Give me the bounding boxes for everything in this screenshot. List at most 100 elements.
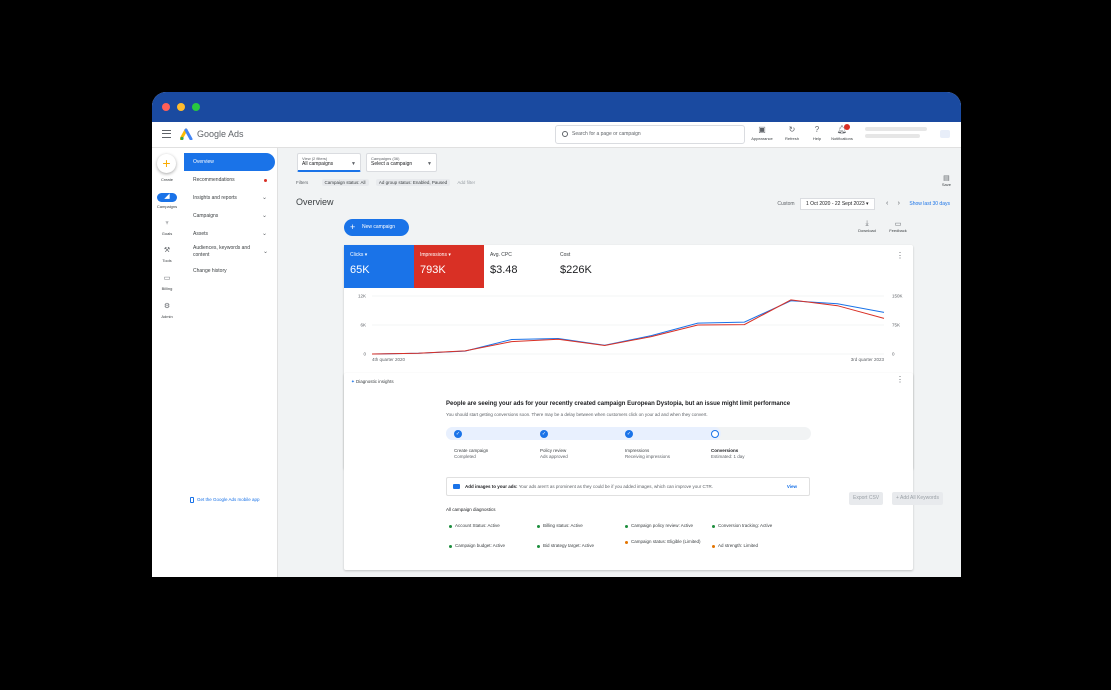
chevron-right-icon[interactable]: › [898,200,900,207]
create-button[interactable]: + [157,154,176,173]
ad-group-status-chip[interactable]: Ad group status: Enabled, Paused [375,179,451,186]
sidebar-item-audiences[interactable]: Audiences, keywords and content ⌄ [184,243,268,261]
date-range-bar: Custom 1 Oct 2020 - 22 Sept 2023 ▾ ‹ › S… [777,198,950,210]
feedback-icon: ▭ [894,221,902,228]
diagnostic-item-warning: Ad strength: Limited [712,543,758,548]
close-window-button[interactable] [162,103,170,111]
x-axis-last-label: 3rd quarter 2023 [851,357,885,362]
sparkle-icon: ✦ [351,379,355,384]
y-axis-left-tick: 6K [360,323,366,328]
add-images-suggestion: Add images to your ads: Your ads aren't … [446,477,810,496]
create-label: Create [160,177,173,182]
chevron-down-icon: ⌄ [261,213,267,219]
y-axis-right-tick: 75K [892,323,900,328]
tools-icon[interactable]: ⚒ [161,247,173,255]
view-filter-dropdown[interactable]: View (2 filters) All campaigns ▼ [297,153,361,172]
new-campaign-button[interactable]: + New campaign [344,219,409,236]
image-icon [453,484,460,489]
series-line-clicks [371,300,885,355]
all-diagnostics-label: All campaign diagnostics [446,507,496,512]
chevron-down-icon: ⌄ [261,195,267,201]
phone-icon [190,497,194,503]
dropdown-arrow-icon: ▼ [351,161,356,167]
mobile-app-link[interactable]: Get the Google Ads mobile app [190,497,260,503]
billing-icon[interactable]: ▭ [161,275,173,283]
performance-line-chart: 12K 6K 0 150K 75K 0 4th quarter 2020 3rd quarte… [358,294,903,363]
y-axis-left-tick: 0 [363,352,366,357]
y-axis-right-tick: 0 [892,352,895,357]
diagnostic-item: Bid strategy target: Active [537,543,594,548]
diagnostic-subtitle: You should start getting conversions soo… [446,412,708,417]
add-filter-button[interactable]: Add filter [457,180,475,185]
rail-billing-label: Billing [161,286,173,291]
step-impressions: Impressions Receiving impressions [625,448,671,459]
sidebar-item-insights[interactable]: Insights and reports ⌄ [184,189,275,207]
goals-icon[interactable]: ♆ [161,220,173,228]
appearance-icon: ▣ [758,125,766,134]
browser-window: Google Ads Search for a page or campaign… [152,92,961,577]
page-title: Overview [296,197,334,207]
step-conversions: Conversions Estimated: 1 day [711,448,745,459]
app-header: Google Ads Search for a page or campaign… [152,122,961,148]
step-create-campaign: Create campaign Completed [454,448,489,459]
account-info-blurred[interactable] [865,127,935,138]
feedback-button[interactable]: ▭ Feedback [886,220,910,233]
minimize-window-button[interactable] [177,103,185,111]
search-placeholder: Search for a page or campaign [572,131,641,137]
sidebar-item-assets[interactable]: Assets ⌄ [184,225,275,243]
admin-gear-icon[interactable]: ⚙ [161,303,173,311]
notifications-button[interactable]: 🔔︎ Notifications [827,124,857,141]
view-link[interactable]: View [787,478,797,495]
step-policy-review: Policy review Ads approved [540,448,568,459]
appearance-button[interactable]: ▣ Appearance [747,125,777,141]
add-all-keywords-button[interactable]: + Add All Keywords [892,492,943,505]
sidebar-item-campaigns[interactable]: Campaigns ⌄ [184,207,275,225]
sidebar-item-overview[interactable]: Overview [184,153,275,171]
notification-badge [844,124,850,130]
main-content: View (2 filters) All campaigns ▼ Campaig… [278,148,961,577]
hamburger-menu-icon[interactable] [162,130,171,138]
diagnostic-item: Account Status: Active [449,523,500,528]
clicks-metric-tab[interactable]: Clicks ▾ 65K [344,245,414,288]
sidebar-item-change-history[interactable]: Change history [184,262,275,280]
x-axis-first-label: 4th quarter 2020 [372,357,406,362]
check-icon: ✓ [625,430,633,438]
series-line-impressions [371,299,885,355]
search-input[interactable]: Search for a page or campaign [555,125,745,144]
save-button[interactable]: ▤ Save [942,174,951,187]
diagnostic-item: Campaign budget: Active [449,543,505,548]
more-options-icon[interactable]: ⋮ [896,251,904,260]
y-axis-left-tick: 12K [358,294,366,299]
more-options-icon[interactable]: ⋮ [896,375,904,384]
avg-cpc-metric-tab[interactable]: Avg. CPC $3.48 [484,245,554,288]
date-range-picker[interactable]: 1 Oct 2020 - 22 Sept 2023 ▾ [799,198,875,210]
maximize-window-button[interactable] [192,103,200,111]
diagnostic-insights-header: ✦ Diagnostic insights [351,379,394,384]
chevron-left-icon[interactable]: ‹ [886,200,888,207]
cost-metric-tab[interactable]: Cost $226K [554,245,624,288]
plus-icon: + [350,222,356,232]
rail-tools-label: Tools [162,258,172,263]
campaigns-icon[interactable]: ◢ [157,193,177,202]
filters-bar: Filters Campaign status: All Ad group st… [296,179,476,186]
alert-dot-icon [264,179,267,182]
window-titlebar [152,92,961,122]
chevron-down-icon: ⌄ [261,231,267,237]
dropdown-arrow-icon: ▼ [427,161,432,167]
download-button[interactable]: ⤓ Download [855,220,879,233]
impressions-metric-tab[interactable]: Impressions ▾ 793K [414,245,484,288]
pending-circle-icon [711,430,719,438]
brand-name: Google Ads [197,129,244,139]
diagnostic-item: Campaign policy review: Active [625,523,693,528]
diagnostic-item-warning: Campaign status: Eligible (Limited) [625,539,705,544]
show-last-30-days-link[interactable]: Show last 30 days [909,201,950,207]
campaign-status-chip[interactable]: Campaign status: All [321,179,369,186]
campaign-select-dropdown[interactable]: Campaigns (36) Select a campaign ▼ [366,153,437,172]
search-icon [562,131,568,137]
export-csv-button[interactable]: Export CSV [849,492,884,505]
avatar[interactable] [940,130,950,138]
sidebar-item-recommendations[interactable]: Recommendations [184,171,275,189]
chevron-down-icon: ⌄ [262,249,268,255]
bell-icon: 🔔︎ [836,125,848,134]
google-ads-logo-icon [180,128,193,140]
